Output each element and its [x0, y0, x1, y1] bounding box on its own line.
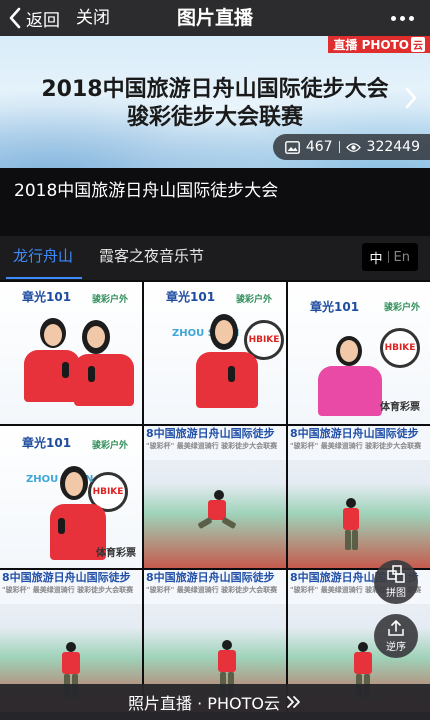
active-tab-indicator [6, 277, 82, 279]
banner-title-line2: 骏彩徒步大会联赛 [126, 105, 303, 130]
event-backdrop-strip: 8中国旅游日舟山国际徒步 "骏彩杯" 最美绿道骑行 骏彩徒步大会联赛 [144, 570, 286, 604]
backdrop-title: 8中国旅游日舟山国际徒步 [146, 427, 275, 440]
lang-divider [387, 251, 389, 263]
backdrop-subtitle: "骏彩杯" 最美绿道骑行 骏彩徒步大会联赛 [2, 586, 134, 594]
reverse-label: 逆序 [386, 642, 406, 653]
collage-button[interactable]: 拼图 [374, 560, 418, 604]
backdrop-subtitle: "骏彩杯" 最美绿道骑行 骏彩徒步大会联赛 [146, 586, 278, 594]
person-shirt [74, 354, 134, 406]
person-shirt [196, 352, 258, 408]
wall-partner-text: 骏彩户外 [92, 441, 129, 451]
collage-label: 拼图 [386, 588, 406, 599]
person-face [65, 472, 83, 496]
event-title: 2018中国旅游日舟山国际徒步大会 [14, 181, 279, 201]
reverse-order-button[interactable]: 逆序 [374, 614, 418, 658]
collage-icon [387, 565, 405, 583]
backdrop-subtitle: "骏彩杯" 最美绿道骑行 骏彩徒步大会联赛 [146, 442, 278, 450]
live-photo-badge: 直播 PHOTO 云 [328, 36, 430, 53]
runner-shirt [62, 652, 80, 674]
runner-leg [221, 516, 237, 530]
runner-leg [345, 530, 351, 550]
photo-thumbnail[interactable]: 章光101 骏彩户外 HBIKE ZHOU SHAN 体育彩票 [0, 426, 142, 568]
wall-lottery-text: 体育彩票 [96, 548, 136, 559]
backdrop-title: 8中国旅游日舟山国际徒步 [146, 571, 275, 584]
close-button[interactable]: 关闭 [76, 0, 110, 36]
eye-icon [345, 142, 361, 152]
microphone [58, 518, 65, 534]
photo-thumbnail[interactable]: 章光101 骏彩户外 HBIKE 体育彩票 [288, 282, 430, 424]
runner-leg [352, 530, 358, 550]
event-banner[interactable]: 直播 PHOTO 云 2018中国旅游日舟山国际徒步大会 骏彩徒步大会联赛 46… [0, 36, 430, 168]
photo-thumbnail[interactable]: 章光101 骏彩户外 ZHOU SHAN HBIKE [144, 282, 286, 424]
event-backdrop-strip: 8中国旅游日舟山国际徒步 "骏彩杯" 最美绿道骑行 骏彩徒步大会联赛 [0, 570, 142, 604]
language-switch[interactable]: 中 En [361, 243, 418, 271]
backdrop-subtitle: "骏彩杯" 最美绿道骑行 骏彩徒步大会联赛 [290, 442, 422, 450]
person-face [215, 320, 233, 344]
backdrop-title: 8中国旅游日舟山国际徒步 [2, 571, 131, 584]
banner-title: 2018中国旅游日舟山国际徒步大会 骏彩徒步大会联赛 [0, 76, 430, 132]
backdrop-title: 8中国旅游日舟山国际徒步 [290, 427, 419, 440]
back-label: 返回 [26, 10, 60, 31]
photo-count: 467 [305, 139, 333, 155]
wall-brand-text: 章光101 [22, 290, 72, 304]
sort-arrow-icon [388, 619, 404, 636]
more-dot-icon [408, 15, 414, 21]
badge-cloud: 云 [411, 37, 425, 52]
runner-head [346, 498, 356, 508]
hbike-logo: HBIKE [380, 328, 420, 368]
microphone [88, 366, 95, 382]
lang-option-en[interactable]: En [394, 250, 410, 265]
footer-text: 照片直播 · PHOTO云 [128, 694, 280, 713]
chevron-right-icon[interactable] [404, 86, 418, 110]
runner-head [222, 640, 232, 650]
back-button[interactable]: 返回 [8, 0, 60, 36]
runner-head [66, 642, 76, 652]
wall-partner-text: 骏彩户外 [92, 295, 129, 305]
photo-thumbnail[interactable]: 8中国旅游日舟山国际徒步 "骏彩杯" 最美绿道骑行 骏彩徒步大会联赛 [144, 426, 286, 568]
person-shirt [24, 350, 80, 402]
runner-head [358, 642, 368, 652]
wall-brand-text: 章光101 [22, 436, 72, 450]
view-count: 322449 [366, 139, 420, 155]
wall-brand-text: 章光101 [166, 290, 216, 304]
tab-longxing-zhoushan[interactable]: 龙行舟山 [13, 236, 73, 280]
more-dot-icon [390, 15, 396, 21]
image-icon [284, 140, 300, 154]
photo-thumbnail[interactable]: 8中国旅游日舟山国际徒步 "骏彩杯" 最美绿道骑行 骏彩徒步大会联赛 [288, 426, 430, 568]
tab-xiake-music-festival[interactable]: 霞客之夜音乐节 [99, 236, 204, 280]
more-dot-icon [399, 15, 405, 21]
wall-partner-text: 骏彩户外 [236, 295, 273, 305]
event-backdrop-strip: 8中国旅游日舟山国际徒步 "骏彩杯" 最美绿道骑行 骏彩徒步大会联赛 [144, 426, 286, 460]
runner-leg [197, 516, 213, 530]
event-backdrop-strip: 8中国旅游日舟山国际徒步 "骏彩杯" 最美绿道骑行 骏彩徒步大会联赛 [288, 426, 430, 460]
wall-partner-text: 骏彩户外 [384, 303, 421, 313]
photo-thumbnail[interactable]: 章光101 骏彩户外 [0, 282, 142, 424]
runner-shirt [343, 508, 359, 530]
footer-brand-bar[interactable]: 照片直播 · PHOTO云 [0, 684, 430, 720]
chevron-left-icon [9, 7, 21, 29]
lang-option-zh[interactable]: 中 [370, 248, 383, 267]
banner-title-line1: 2018中国旅游日舟山国际徒步大会 [41, 77, 389, 102]
microphone [228, 366, 235, 382]
person-jacket [318, 366, 382, 416]
page-title: 图片直播 [176, 7, 253, 29]
person-face [44, 324, 62, 346]
badge-text: 直播 PHOTO [333, 38, 409, 52]
runner-head [214, 490, 224, 500]
stats-divider [338, 141, 340, 153]
microphone [62, 362, 69, 378]
top-nav-bar: 返回 关闭 图片直播 [0, 0, 430, 36]
wall-brand-text: 章光101 [310, 300, 360, 314]
runner-shirt [218, 650, 236, 672]
person-face [340, 340, 358, 362]
person-face [87, 326, 105, 348]
more-options-button[interactable] [384, 0, 420, 36]
runner-shirt [354, 652, 372, 674]
photo-grid: 章光101 骏彩户外 章光101 骏彩户外 ZHOU SHAN HBIKE 章光… [0, 280, 430, 720]
wall-lottery-text: 体育彩票 [380, 402, 420, 413]
double-chevron-right-icon [287, 696, 300, 708]
banner-stats: 467 322449 [272, 134, 430, 160]
album-tabs: 龙行舟山 霞客之夜音乐节 中 En [0, 236, 430, 280]
